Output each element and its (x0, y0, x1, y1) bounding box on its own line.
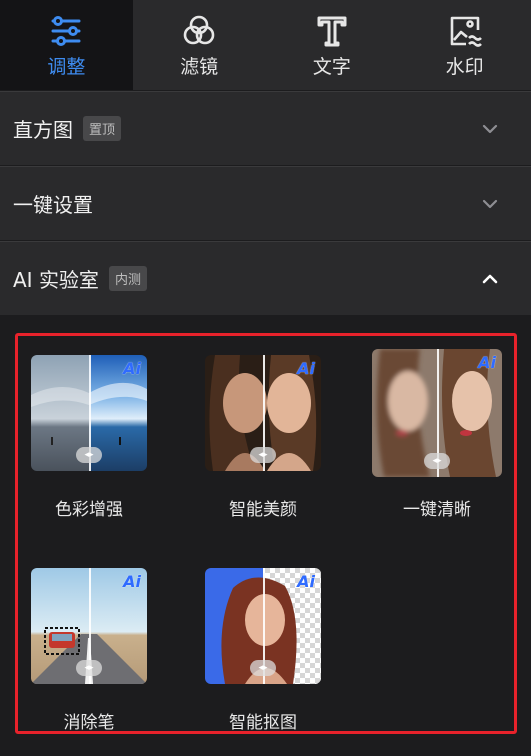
clarity-thumbnail: ◂▸ Ai (372, 349, 502, 477)
compare-handle-icon: ◂▸ (424, 453, 450, 469)
pinned-badge: 置顶 (83, 116, 122, 141)
sliders-icon (47, 12, 85, 50)
chevron-up-icon[interactable] (479, 268, 501, 290)
tool-tab-bar: 调整 滤镜 文字 水印 (0, 0, 531, 90)
ai-badge: Ai (123, 359, 141, 378)
tool-label: 色彩增强 (55, 500, 123, 520)
chevron-down-icon[interactable] (479, 193, 501, 215)
tool-eraser-pen[interactable]: ◂▸ Ai 消除笔 (19, 568, 159, 733)
section-one-click-settings[interactable]: 一键设置 (0, 166, 531, 240)
chevron-down-icon[interactable] (479, 118, 501, 140)
tab-filter[interactable]: 滤镜 (133, 0, 266, 90)
tool-label: 一键清晰 (403, 500, 471, 520)
section-title: AI 实验室 (13, 268, 99, 292)
ai-badge: Ai (297, 359, 315, 378)
section-title: 一键设置 (13, 193, 93, 217)
ai-badge: Ai (297, 572, 315, 591)
tool-label: 智能抠图 (229, 713, 297, 733)
tab-label: 水印 (445, 56, 484, 78)
ai-badge: Ai (123, 572, 141, 591)
tool-smart-cutout[interactable]: ◂▸ Ai 智能抠图 (193, 568, 333, 733)
beta-badge: 内测 (108, 266, 147, 291)
filter-circles-icon (180, 12, 218, 50)
tool-label: 消除笔 (63, 713, 115, 733)
compare-handle-icon: ◂▸ (250, 660, 276, 676)
ai-badge: Ai (478, 353, 496, 372)
smart-beauty-thumbnail: ◂▸ Ai (205, 355, 321, 471)
compare-handle-icon: ◂▸ (76, 447, 102, 463)
tab-label: 调整 (47, 56, 86, 78)
tool-label: 智能美颜 (229, 500, 297, 520)
tool-smart-beauty[interactable]: ◂▸ Ai 智能美颜 (193, 355, 333, 520)
color-enhance-thumbnail: ◂▸ Ai (31, 355, 147, 471)
eraser-pen-thumbnail: ◂▸ Ai (31, 568, 147, 684)
section-title: 直方图 (13, 118, 73, 142)
smart-cutout-thumbnail: ◂▸ Ai (205, 568, 321, 684)
tab-adjust[interactable]: 调整 (0, 0, 133, 90)
section-histogram[interactable]: 直方图 置顶 (0, 91, 531, 165)
tab-watermark[interactable]: 水印 (398, 0, 531, 90)
compare-handle-icon: ◂▸ (76, 660, 102, 676)
text-t-icon (313, 12, 351, 50)
section-ai-lab[interactable]: AI 实验室 内测 (0, 241, 531, 315)
tab-label: 文字 (312, 56, 351, 78)
tool-one-click-clarity[interactable]: ◂▸ Ai 一键清晰 (367, 349, 507, 520)
tool-color-enhance[interactable]: ◂▸ Ai 色彩增强 (19, 355, 159, 520)
tab-label: 滤镜 (180, 56, 219, 78)
watermark-image-icon (446, 12, 484, 50)
compare-handle-icon: ◂▸ (250, 447, 276, 463)
tab-text[interactable]: 文字 (266, 0, 399, 90)
